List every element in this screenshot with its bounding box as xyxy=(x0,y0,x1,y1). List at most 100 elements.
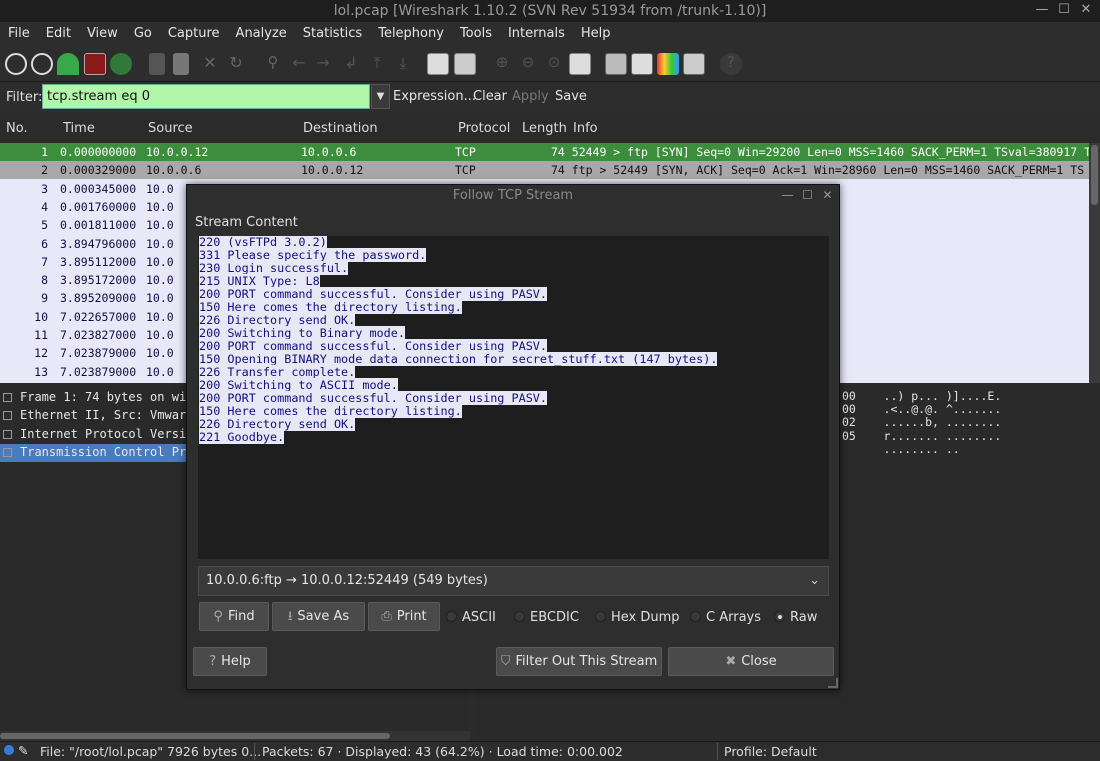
cell-no: 11 xyxy=(34,328,48,342)
filter-dropdown-icon[interactable]: ▼ xyxy=(371,84,390,109)
print-button[interactable]: ⎙ Print xyxy=(368,602,440,631)
cell-src: 10.0 xyxy=(146,254,174,269)
expand-icon[interactable] xyxy=(3,429,12,439)
clear-button[interactable]: Clear xyxy=(473,89,507,104)
cell-src: 10.0 xyxy=(146,346,174,361)
dialog-minimize-icon[interactable]: — xyxy=(780,188,795,203)
menu-statistics[interactable]: Statistics xyxy=(295,22,370,46)
save-filter-button[interactable]: Save xyxy=(555,89,587,104)
start-capture-icon[interactable] xyxy=(57,53,79,75)
cell-time: 0.000000000 xyxy=(60,145,137,159)
open-file-icon[interactable] xyxy=(149,53,165,75)
format-ascii[interactable]: ASCII xyxy=(446,610,496,625)
details-scrollbar[interactable] xyxy=(0,731,470,741)
minimize-icon[interactable]: — xyxy=(1034,2,1050,18)
menu-capture[interactable]: Capture xyxy=(160,22,228,46)
filter-input[interactable]: tcp.stream eq 0 xyxy=(42,84,370,109)
first-packet-icon[interactable]: ⤒ xyxy=(366,53,388,75)
close-icon: ✖ xyxy=(725,654,737,669)
menu-tools[interactable]: Tools xyxy=(452,22,500,46)
go-forward-icon[interactable]: → xyxy=(312,53,334,75)
expression-button[interactable]: Expression... xyxy=(393,89,476,104)
cell-src: 10.0 xyxy=(146,309,174,324)
restart-capture-icon[interactable] xyxy=(110,53,132,75)
format-c-arrays[interactable]: C Arrays xyxy=(690,610,761,625)
last-packet-icon[interactable]: ⤓ xyxy=(392,53,414,75)
col-no[interactable]: No. xyxy=(6,121,28,136)
cell-no: 2 xyxy=(41,163,48,178)
apply-button[interactable]: Apply xyxy=(512,89,549,104)
expert-info-icon[interactable] xyxy=(4,745,14,755)
stream-line: 226 Directory send OK. xyxy=(199,313,356,327)
find-button[interactable]: ⚲ Find xyxy=(199,602,269,631)
go-back-icon[interactable]: ← xyxy=(288,53,310,75)
dialog-close-icon[interactable]: ✕ xyxy=(820,188,835,203)
preferences-icon[interactable] xyxy=(683,53,705,75)
expand-icon[interactable] xyxy=(3,393,12,402)
expand-icon[interactable] xyxy=(3,411,12,421)
format-hex-dump[interactable]: Hex Dump xyxy=(595,610,680,625)
reload-icon[interactable]: ↻ xyxy=(225,53,247,75)
zoom-out-icon[interactable]: ⊖ xyxy=(517,53,539,75)
col-protocol[interactable]: Protocol xyxy=(458,121,510,136)
col-destination[interactable]: Destination xyxy=(303,121,378,136)
menu-bar: File Edit View Go Capture Analyze Statis… xyxy=(0,22,1100,46)
format-ebcdic[interactable]: EBCDIC xyxy=(514,610,579,625)
go-to-packet-icon[interactable]: ↲ xyxy=(340,53,362,75)
expand-icon[interactable] xyxy=(3,447,12,457)
cell-proto: TCP xyxy=(455,163,476,178)
col-time[interactable]: Time xyxy=(63,121,95,136)
cell-time: 7.023827000 xyxy=(60,328,137,342)
close-file-icon[interactable]: ✕ xyxy=(199,53,221,75)
menu-internals[interactable]: Internals xyxy=(500,22,573,46)
title-bar: lol.pcap [Wireshark 1.10.2 (SVN Rev 5193… xyxy=(0,0,1100,22)
colorize-icon[interactable] xyxy=(427,53,449,75)
col-info[interactable]: Info xyxy=(573,121,598,136)
status-bar: ✎ File: "/root/lol.pcap" 7926 bytes 0...… xyxy=(0,741,1100,761)
save-file-icon[interactable] xyxy=(173,53,189,75)
cell-src: 10.0.0.12 xyxy=(146,145,209,159)
packet-list-scrollbar[interactable] xyxy=(1089,143,1100,383)
conversation-select[interactable]: 10.0.0.6:ftp → 10.0.0.12:52449 (549 byte… xyxy=(198,566,829,596)
capture-options-icon[interactable] xyxy=(31,53,53,75)
auto-scroll-icon[interactable] xyxy=(454,53,476,75)
help-button[interactable]: ? Help xyxy=(193,647,267,676)
stop-capture-icon[interactable] xyxy=(84,53,106,75)
menu-help[interactable]: Help xyxy=(573,22,619,46)
menu-view[interactable]: View xyxy=(79,22,126,46)
interfaces-icon[interactable] xyxy=(5,53,27,75)
menu-edit[interactable]: Edit xyxy=(38,22,79,46)
close-button[interactable]: ✖ Close xyxy=(668,647,834,676)
menu-telephony[interactable]: Telephony xyxy=(370,22,452,46)
hex-line: 02 ......b, ........ xyxy=(842,415,1002,430)
display-filters-icon[interactable] xyxy=(631,53,653,75)
save-as-button[interactable]: ⭳ Save As xyxy=(272,602,365,631)
resize-columns-icon[interactable] xyxy=(569,53,591,75)
status-profile[interactable]: Profile: Default xyxy=(724,744,817,759)
table-row[interactable]: 2 0.000329000 10.0.0.6 10.0.0.12 TCP 74 ftp >… xyxy=(0,161,1089,180)
col-source[interactable]: Source xyxy=(148,121,193,136)
capture-comment-icon[interactable]: ✎ xyxy=(18,743,28,758)
capture-filters-icon[interactable] xyxy=(605,53,627,75)
conversation-value: 10.0.0.6:ftp → 10.0.0.12:52449 (549 byte… xyxy=(206,573,488,588)
normal-size-icon[interactable]: ⊙ xyxy=(543,53,565,75)
zoom-in-icon[interactable]: ⊕ xyxy=(491,53,513,75)
col-length[interactable]: Length xyxy=(522,121,567,136)
table-row[interactable]: 1 0.000000000 10.0.0.12 10.0.0.6 TCP 74 52449… xyxy=(0,143,1089,161)
cell-no: 1 xyxy=(41,145,48,159)
format-raw[interactable]: Raw xyxy=(774,610,817,625)
stream-content[interactable]: 220 (vsFTPd 3.0.2) 331 Please specify th… xyxy=(198,236,829,559)
dialog-maximize-icon[interactable]: ☐ xyxy=(800,188,815,203)
coloring-rules-icon[interactable] xyxy=(657,53,679,75)
maximize-icon[interactable]: ☐ xyxy=(1056,2,1072,18)
menu-go[interactable]: Go xyxy=(126,22,160,46)
menu-analyze[interactable]: Analyze xyxy=(228,22,295,46)
find-packet-icon[interactable]: ⚲ xyxy=(262,53,284,75)
stream-line: 226 Transfer complete. xyxy=(199,365,356,379)
filter-out-stream-button[interactable]: ⛉ Filter Out This Stream xyxy=(496,647,662,676)
resize-grip[interactable] xyxy=(828,678,838,688)
close-icon[interactable]: ✕ xyxy=(1078,2,1094,18)
menu-file[interactable]: File xyxy=(0,22,38,46)
cell-proto: TCP xyxy=(455,145,476,159)
help-icon[interactable]: ? xyxy=(720,53,742,75)
